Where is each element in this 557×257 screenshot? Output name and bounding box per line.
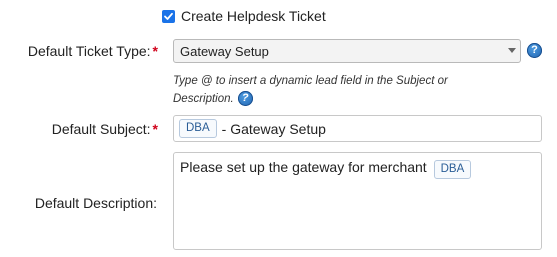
- create-ticket-label: Create Helpdesk Ticket: [181, 8, 326, 24]
- dynamic-field-hint: Type @ to insert a dynamic lead field in…: [173, 72, 503, 108]
- ticket-type-label: Default Ticket Type:: [27, 43, 151, 59]
- ticket-type-label-wrap: Default Ticket Type: *: [28, 43, 158, 59]
- create-ticket-row[interactable]: Create Helpdesk Ticket: [162, 7, 326, 25]
- hint-text: Type @ to insert a dynamic lead field in…: [173, 75, 448, 105]
- subject-text: - Gateway Setup: [221, 120, 326, 137]
- help-icon[interactable]: ?: [237, 91, 253, 107]
- dba-token[interactable]: DBA: [433, 160, 472, 179]
- subject-label-wrap: Default Subject: *: [52, 121, 158, 137]
- required-marker: *: [152, 43, 158, 59]
- ticket-type-select[interactable]: Gateway Setup: [173, 39, 521, 63]
- required-marker: *: [152, 121, 158, 137]
- description-text: Please set up the gateway for merchant: [180, 159, 427, 175]
- help-icon[interactable]: ?: [527, 43, 542, 58]
- subject-label: Default Subject:: [51, 121, 151, 137]
- description-textarea[interactable]: Please set up the gateway for merchant D…: [173, 152, 542, 250]
- ticket-type-value: Gateway Setup: [180, 43, 269, 59]
- subject-input[interactable]: DBA - Gateway Setup: [173, 115, 542, 142]
- dba-token[interactable]: DBA: [179, 119, 217, 138]
- description-label: Default Description:: [34, 195, 157, 211]
- create-ticket-checkbox[interactable]: [162, 9, 175, 23]
- checkmark-icon: [164, 12, 173, 20]
- chevron-down-icon: [508, 48, 516, 53]
